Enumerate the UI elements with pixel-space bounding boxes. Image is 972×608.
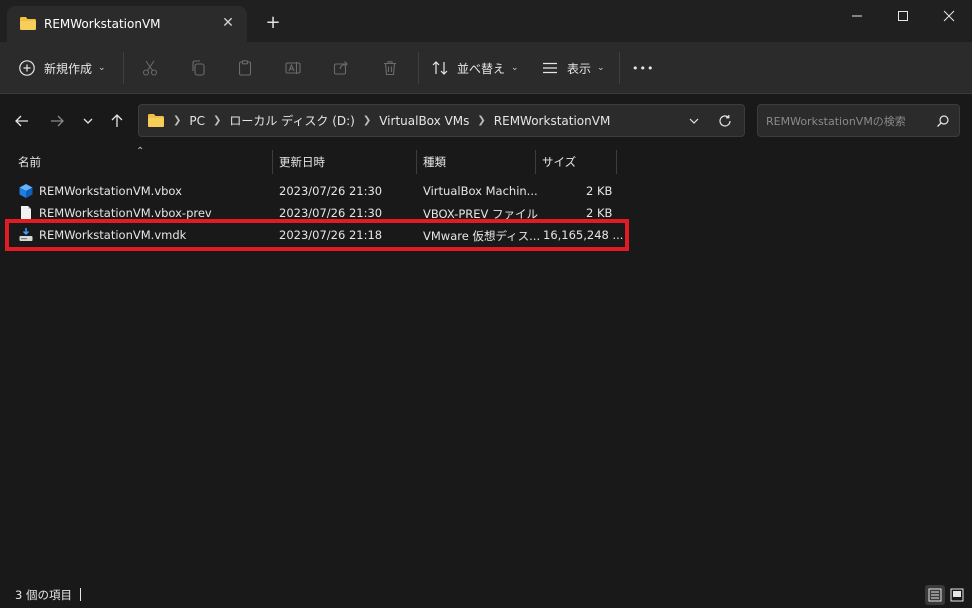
share-button[interactable] xyxy=(325,52,357,84)
chevron-down-icon xyxy=(82,115,94,127)
view-button-label: 表示 xyxy=(567,61,592,76)
file-type: VirtualBox Machin... xyxy=(423,184,538,198)
large-icons-view-button[interactable] xyxy=(947,585,967,605)
column-header-name[interactable]: 名前 xyxy=(18,147,41,176)
breadcrumb-pc[interactable]: PC xyxy=(189,114,205,128)
status-item-count: 3 個の項目 xyxy=(15,588,72,602)
chevron-right-icon[interactable]: ❯ xyxy=(477,115,485,126)
command-bar: 新規作成 ⌄ 並べ替え ⌄ 表示 ⌄ ••• xyxy=(0,42,972,94)
search-input[interactable] xyxy=(766,111,931,131)
cut-button[interactable] xyxy=(134,52,166,84)
column-divider[interactable] xyxy=(535,150,536,174)
tab-close-icon[interactable]: ✕ xyxy=(217,12,239,34)
breadcrumb-local-disk[interactable]: ローカル ディスク (D:) xyxy=(229,112,354,129)
close-window-button[interactable] xyxy=(926,0,972,32)
address-bar[interactable]: ❯ PC ❯ ローカル ディスク (D:) ❯ VirtualBox VMs ❯… xyxy=(138,104,745,137)
toolbar-divider xyxy=(418,52,419,84)
up-button[interactable] xyxy=(105,109,129,133)
view-button[interactable]: 表示 ⌄ xyxy=(541,52,605,84)
scissors-icon xyxy=(134,52,166,84)
chevron-down-icon xyxy=(688,115,700,127)
chevron-down-icon: ⌄ xyxy=(98,63,106,73)
folder-icon xyxy=(19,16,37,35)
details-view-button[interactable] xyxy=(925,585,945,605)
refresh-icon xyxy=(718,114,732,128)
rename-button[interactable] xyxy=(277,52,309,84)
forward-button[interactable] xyxy=(45,109,69,133)
column-divider[interactable] xyxy=(616,150,617,174)
minimize-button[interactable] xyxy=(834,0,880,32)
column-header-date[interactable]: 更新日時 xyxy=(279,147,325,176)
recent-locations-button[interactable] xyxy=(76,109,100,133)
highlight-annotation xyxy=(5,219,629,251)
back-button[interactable] xyxy=(10,109,34,133)
title-bar: REMWorkstationVM ✕ + xyxy=(0,0,972,42)
more-options-button[interactable]: ••• xyxy=(632,52,654,84)
chevron-right-icon[interactable]: ❯ xyxy=(363,115,371,126)
trash-icon xyxy=(374,52,406,84)
toolbar-divider xyxy=(123,52,124,84)
copy-button[interactable] xyxy=(182,52,214,84)
delete-button[interactable] xyxy=(374,52,406,84)
status-divider xyxy=(80,588,81,601)
plus-circle-icon xyxy=(18,59,36,77)
chevron-down-icon: ⌄ xyxy=(511,63,519,73)
more-dots-icon: ••• xyxy=(632,61,655,75)
arrow-up-icon xyxy=(109,113,125,129)
breadcrumb: ❯ PC ❯ ローカル ディスク (D:) ❯ VirtualBox VMs ❯… xyxy=(147,105,610,136)
column-header-type[interactable]: 種類 xyxy=(423,147,446,176)
toolbar-divider xyxy=(619,52,620,84)
file-date: 2023/07/26 21:30 xyxy=(279,206,383,220)
new-button[interactable]: 新規作成 ⌄ xyxy=(18,52,106,84)
file-name: REMWorkstationVM.vbox xyxy=(39,184,182,198)
file-size: 2 KB xyxy=(586,184,613,198)
sort-button[interactable]: 並べ替え ⌄ xyxy=(431,52,519,84)
new-button-label: 新規作成 xyxy=(44,61,93,76)
maximize-button[interactable] xyxy=(880,0,926,32)
file-row[interactable]: REMWorkstationVM.vbox 2023/07/26 21:30 V… xyxy=(8,180,628,202)
column-divider[interactable] xyxy=(272,150,273,174)
virtualbox-cube-icon xyxy=(18,183,34,199)
file-date: 2023/07/26 21:30 xyxy=(279,184,383,198)
chevron-right-icon: ❯ xyxy=(173,115,182,126)
chevron-down-icon: ⌄ xyxy=(597,63,605,73)
search-icon[interactable] xyxy=(936,113,950,132)
file-size: 2 KB xyxy=(586,206,613,220)
new-tab-button[interactable]: + xyxy=(261,12,285,36)
column-divider[interactable] xyxy=(416,150,417,174)
breadcrumb-virtualbox-vms[interactable]: VirtualBox VMs xyxy=(379,114,469,128)
navigation-bar: ❯ PC ❯ ローカル ディスク (D:) ❯ VirtualBox VMs ❯… xyxy=(0,95,972,147)
search-box[interactable] xyxy=(757,104,960,137)
file-name: REMWorkstationVM.vbox-prev xyxy=(39,206,212,220)
clipboard-icon xyxy=(229,52,261,84)
sort-ascending-icon: ⌃ xyxy=(136,146,145,157)
sort-arrows-icon xyxy=(431,59,449,77)
address-history-button[interactable] xyxy=(684,111,704,131)
paste-button[interactable] xyxy=(229,52,261,84)
folder-icon xyxy=(147,113,165,128)
rename-icon xyxy=(277,52,309,84)
details-view-icon xyxy=(928,588,942,602)
arrow-right-icon xyxy=(49,113,65,129)
tab-title: REMWorkstationVM xyxy=(44,17,161,31)
refresh-button[interactable] xyxy=(715,111,735,131)
large-icons-view-icon xyxy=(950,588,964,602)
breadcrumb-rem-workstation[interactable]: REMWorkstationVM xyxy=(494,114,611,128)
share-icon xyxy=(325,52,357,84)
column-header-size[interactable]: サイズ xyxy=(542,147,576,176)
arrow-left-icon xyxy=(14,113,30,129)
sort-button-label: 並べ替え xyxy=(457,61,506,76)
copy-icon xyxy=(182,52,214,84)
view-lines-icon xyxy=(541,59,559,77)
tab-rem-workstation[interactable]: REMWorkstationVM ✕ xyxy=(7,6,247,42)
chevron-right-icon[interactable]: ❯ xyxy=(213,115,221,126)
